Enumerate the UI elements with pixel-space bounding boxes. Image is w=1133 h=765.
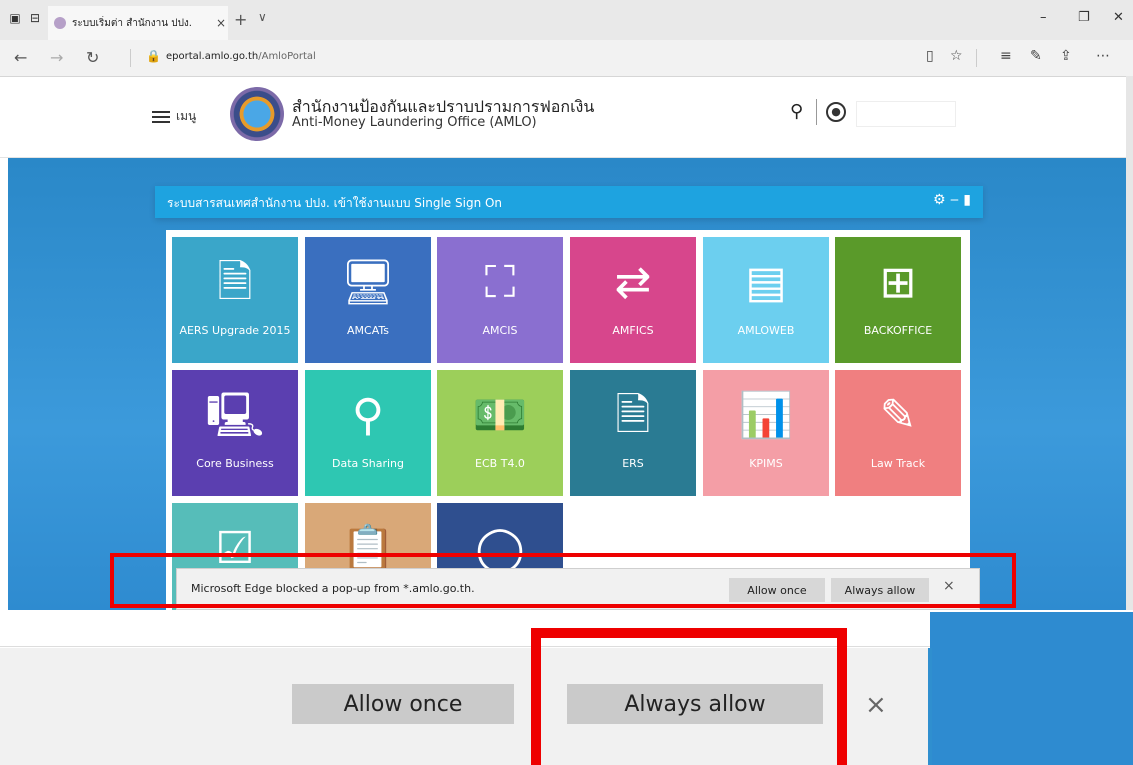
zoom-blue-area bbox=[930, 612, 1133, 765]
panel-title: ระบบสารสนเทศสำนักงาน ปปง. เข้าใช้งานแบบ … bbox=[167, 196, 503, 210]
hub-icon[interactable]: ≡ bbox=[1000, 48, 1012, 64]
tile-label: AMCATs bbox=[347, 324, 389, 337]
document-icon: ▤ bbox=[745, 257, 787, 308]
divider bbox=[816, 99, 817, 125]
search-icon[interactable]: ⚲ bbox=[790, 101, 803, 122]
tile-label: ECB T4.0 bbox=[475, 457, 525, 470]
lock-icon[interactable]: 🔒 bbox=[146, 49, 161, 63]
panel-controls-icon[interactable]: ⚙ ‒ ▮ bbox=[933, 192, 971, 208]
tab-set-aside-icon[interactable]: ▣ bbox=[8, 11, 22, 25]
reading-view-icon[interactable]: ▯ bbox=[926, 48, 934, 64]
edit-window-icon: ✎ bbox=[879, 390, 917, 441]
tile-core-business[interactable]: 🖳 Core Business bbox=[172, 370, 298, 496]
document-16-icon: 🗎 bbox=[615, 390, 651, 441]
tile-label: Law Track bbox=[870, 457, 926, 470]
browser-tab[interactable]: ระบบเริ่มต่า สำนักงาน ปปง. × bbox=[48, 6, 228, 40]
tile-amfics[interactable]: ⇄ AMFICS bbox=[570, 237, 696, 363]
divider bbox=[976, 49, 977, 67]
share-icon[interactable]: ⇪ bbox=[1060, 48, 1072, 64]
minimize-icon[interactable]: – bbox=[1040, 10, 1047, 25]
highlight-box bbox=[110, 553, 1016, 608]
highlight-box bbox=[531, 628, 847, 765]
user-icon[interactable]: ● bbox=[826, 102, 846, 122]
allow-once-button[interactable]: Allow once bbox=[292, 684, 514, 724]
tile-label: KPIMS bbox=[749, 457, 783, 470]
tile-amcis[interactable]: ⛶ AMCIS bbox=[437, 237, 563, 363]
tile-label: AMFICS bbox=[612, 324, 654, 337]
site-title-english: Anti-Money Laundering Office (AMLO) bbox=[292, 115, 537, 130]
face-scan-icon: ⛶ bbox=[484, 257, 516, 308]
tile-label: Data Sharing bbox=[332, 457, 404, 470]
magnifier-icon: ⚲ bbox=[351, 390, 385, 441]
tile-label: AERS Upgrade 2015 bbox=[179, 324, 291, 337]
tile-aers[interactable]: 🗎 AERS Upgrade 2015 bbox=[172, 237, 298, 363]
more-icon[interactable]: ⋯ bbox=[1096, 48, 1110, 64]
tile-label: ERS bbox=[622, 457, 644, 470]
refresh-icon[interactable]: ↻ bbox=[86, 48, 99, 67]
tile-amcats[interactable]: 🖥 AMCATs bbox=[305, 237, 431, 363]
money-exchange-icon: 💵 bbox=[472, 390, 528, 441]
pen-icon[interactable]: ✎ bbox=[1030, 48, 1042, 64]
back-icon[interactable]: ← bbox=[14, 48, 27, 67]
tab-bar: ▣ ⊟ ระบบเริ่มต่า สำนักงาน ปปง. × + ∨ – ❐… bbox=[0, 0, 1133, 40]
tile-label: BACKOFFICE bbox=[863, 324, 933, 337]
presentation-icon: 📊 bbox=[738, 390, 794, 441]
url-field[interactable]: eportal.amlo.go.th/AmloPortal bbox=[166, 51, 316, 62]
restore-icon[interactable]: ❐ bbox=[1078, 10, 1090, 25]
tab-close-icon[interactable]: × bbox=[216, 16, 226, 30]
tile-ecb[interactable]: 💵 ECB T4.0 bbox=[437, 370, 563, 496]
hamburger-icon bbox=[152, 110, 170, 123]
close-icon[interactable]: × bbox=[865, 690, 887, 720]
windows-grid-icon: ⊞ bbox=[879, 257, 917, 308]
divider bbox=[130, 49, 131, 67]
menu-label: เมนู bbox=[176, 109, 197, 123]
tile-ers[interactable]: 🗎 ERS bbox=[570, 370, 696, 496]
tile-label: AMCIS bbox=[482, 324, 518, 337]
scrollbar[interactable] bbox=[1126, 76, 1133, 610]
tile-label: Core Business bbox=[196, 457, 274, 470]
tile-label: AMLOWEB bbox=[737, 324, 795, 337]
tile-amloweb[interactable]: ▤ AMLOWEB bbox=[703, 237, 829, 363]
tab-title: ระบบเริ่มต่า สำนักงาน ปปง. bbox=[72, 17, 192, 29]
site-header: เมนู สำนักงานป้องกันและปราบปรามการฟอกเงิ… bbox=[0, 77, 1133, 158]
user-name-field[interactable] bbox=[856, 101, 956, 127]
amlo-logo[interactable] bbox=[230, 87, 284, 141]
org-chart-monitor-icon: 🖳 bbox=[205, 390, 265, 441]
tab-preview-icon[interactable]: ⊟ bbox=[28, 11, 42, 25]
document-13-icon: 🗎 bbox=[217, 257, 253, 308]
favorite-star-icon[interactable]: ☆ bbox=[950, 48, 963, 64]
monitor-card-icon: 🖥 bbox=[340, 257, 396, 308]
tile-kpims[interactable]: 📊 KPIMS bbox=[703, 370, 829, 496]
browser-screenshot: ▣ ⊟ ระบบเริ่มต่า สำนักงาน ปปง. × + ∨ – ❐… bbox=[0, 0, 1133, 610]
document-transfer-icon: ⇄ bbox=[614, 257, 652, 308]
tile-data-sharing[interactable]: ⚲ Data Sharing bbox=[305, 370, 431, 496]
site-favicon-icon bbox=[54, 17, 66, 29]
tab-menu-chevron-icon[interactable]: ∨ bbox=[258, 10, 267, 24]
window-close-icon[interactable]: ✕ bbox=[1113, 10, 1124, 25]
zoom-inset: Allow once Always allow × bbox=[0, 612, 1133, 765]
address-bar: ← → ↻ 🔒 eportal.amlo.go.th/AmloPortal ▯ … bbox=[0, 40, 1133, 77]
new-tab-button[interactable]: + bbox=[234, 10, 247, 29]
panel-header: ระบบสารสนเทศสำนักงาน ปปง. เข้าใช้งานแบบ … bbox=[155, 186, 983, 218]
tile-law-track[interactable]: ✎ Law Track bbox=[835, 370, 961, 496]
menu-button[interactable]: เมนู bbox=[152, 107, 196, 126]
tile-backoffice[interactable]: ⊞ BACKOFFICE bbox=[835, 237, 961, 363]
forward-icon[interactable]: → bbox=[50, 48, 63, 67]
